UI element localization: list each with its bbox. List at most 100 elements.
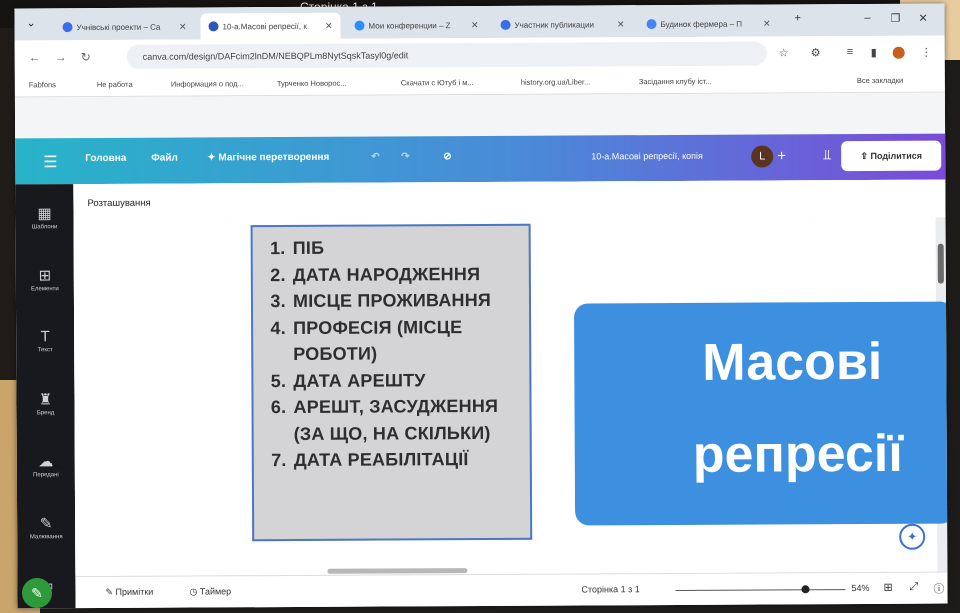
tab-label: Будинок фермера – П <box>660 19 743 29</box>
share-button[interactable]: ⇪ Поділитися <box>841 140 942 172</box>
rail-item-elements[interactable]: ⊞ Елементи <box>16 266 74 292</box>
position-bar: Розташування <box>73 179 946 224</box>
bookmark-item[interactable]: Все закладки <box>857 76 903 85</box>
tab-favicon-icon <box>62 22 73 33</box>
tab-close-icon[interactable]: ✕ <box>763 18 771 29</box>
url-field[interactable]: canva.com/design/DAFcim2lnDM/NEBQPLm8Nyt… <box>126 41 767 69</box>
draw-icon: ✎ <box>39 515 53 533</box>
bookmark-item[interactable]: Турченко Новорос... <box>277 79 347 88</box>
browser-tab[interactable]: Участник публикации ✕ <box>492 11 632 38</box>
slide-list-item: ДАТА АРЕШТУ <box>291 366 529 394</box>
magic-assistant-icon[interactable]: ✦ <box>899 523 926 550</box>
analytics-icon[interactable]: ⫫ <box>823 146 831 163</box>
add-collaborator-icon[interactable]: + <box>777 147 786 164</box>
tab-strip: ⌄ Учнівські проекти – Ca ✕ 10-а.Масові реп… <box>14 3 945 41</box>
tab-close-icon[interactable]: ✕ <box>325 20 333 31</box>
brand-icon: ♜ <box>38 391 53 409</box>
slide-title-box[interactable]: Масові репресії <box>573 301 948 526</box>
maximize-icon[interactable]: ❐ <box>890 12 900 25</box>
minimize-icon[interactable]: – <box>864 12 870 24</box>
browser-tab[interactable]: Мои конференции – Z ✕ <box>346 12 486 39</box>
slide-list-item: ПРОФЕСІЯ (МІСЦЕ РОБОТИ) <box>291 313 529 367</box>
slide-list-item: ДАТА НАРОДЖЕННЯ <box>291 260 529 288</box>
timer-label: Таймер <box>199 586 232 597</box>
fullscreen-icon[interactable]: ⤢ <box>909 581 918 594</box>
browser-gap <box>14 92 946 139</box>
reading-list-icon[interactable]: ≡ <box>847 46 853 58</box>
bookmark-item[interactable]: history.org.ua/Liber... <box>521 77 591 86</box>
bookmark-item[interactable]: Скачати с Ютуб і м... <box>401 78 474 87</box>
timer-button[interactable]: ◷ Таймер <box>189 586 231 597</box>
slide-list-item: АРЕШТ, ЗАСУДЖЕННЯ (ЗА ЩО, НА СКІЛЬКИ) <box>291 393 529 447</box>
rail-item-label: Малювання <box>29 534 63 541</box>
browser-window: ⌄ Учнівські проекти – Ca ✕ 10-а.Масові реп… <box>14 3 948 609</box>
page-indicator[interactable]: Сторінка 1 з 1 <box>581 584 639 594</box>
profile-icon[interactable] <box>892 46 905 59</box>
new-tab-button[interactable]: + <box>794 12 801 24</box>
document-title[interactable]: 10-а.Масові репресії, копія <box>591 151 703 162</box>
rail-item-templates[interactable]: ▦ Шаблони <box>15 204 73 230</box>
browser-tab[interactable]: Учнівські проекти – Ca ✕ <box>54 13 194 40</box>
vertical-scrollbar[interactable] <box>937 243 944 284</box>
address-bar: ← → ↻ canva.com/design/DAFcim2lnDM/NEBQP… <box>14 35 945 75</box>
rail-item-label: Передані <box>33 472 59 479</box>
avatar[interactable]: L <box>751 145 774 168</box>
slide-list-item: ДАТА РЕАБІЛІТАЦІЇ <box>292 446 530 474</box>
tab-label: 10-а.Масові репресії, к <box>222 21 307 31</box>
menu-icon[interactable]: ☰ <box>43 152 57 172</box>
cloud-save-icon[interactable]: ⊘ <box>443 151 451 162</box>
sidebar-icon[interactable]: ▮ <box>871 46 877 59</box>
notes-button[interactable]: ✎ Примітки <box>105 587 153 598</box>
bookmark-item[interactable]: Засідання клубу іст... <box>639 77 712 86</box>
tab-close-icon[interactable]: ✕ <box>471 20 479 31</box>
file-menu[interactable]: Файл <box>151 153 178 164</box>
rail-item-text[interactable]: T Текст <box>16 328 74 353</box>
position-label[interactable]: Розташування <box>87 198 150 209</box>
tab-label: Учнівські проекти – Ca <box>76 22 161 32</box>
share-label: Поділитися <box>870 150 923 161</box>
back-icon[interactable]: ← <box>29 50 41 64</box>
reload-icon[interactable]: ↻ <box>81 50 91 64</box>
rail-item-label: Шаблони <box>31 224 58 231</box>
bookmark-item[interactable]: Не работа <box>97 80 133 89</box>
rail-item-uploads[interactable]: ☁ Передані <box>17 452 75 478</box>
tab-favicon-icon <box>354 20 365 31</box>
pen-icon: ✎ <box>22 578 52 608</box>
tab-search-icon[interactable]: ⌄ <box>26 16 35 29</box>
slide-list-box[interactable]: ПІБДАТА НАРОДЖЕННЯМІСЦЕ ПРОЖИВАННЯПРОФЕС… <box>250 223 533 542</box>
browser-tab[interactable]: Будинок фермера – П ✕ <box>638 10 778 37</box>
close-window-icon[interactable]: ✕ <box>918 12 927 25</box>
grid-view-icon[interactable]: ⊞ <box>883 581 892 594</box>
tab-close-icon[interactable]: ✕ <box>179 21 187 32</box>
slide-title-line-1: Масові <box>702 332 883 392</box>
tab-favicon-icon <box>646 19 657 30</box>
notes-label: Примітки <box>115 586 154 597</box>
elements-icon: ⊞ <box>38 267 52 285</box>
tab-close-icon[interactable]: ✕ <box>617 19 625 30</box>
zoom-level[interactable]: 54% <box>851 583 869 593</box>
bookmark-item[interactable]: Fabfons <box>29 80 56 89</box>
zoom-slider-knob[interactable] <box>801 585 810 594</box>
redo-icon[interactable]: ↷ <box>401 151 409 162</box>
slide-list-item: МІСЦЕ ПРОЖИВАННЯ <box>291 287 529 315</box>
undo-icon[interactable]: ↶ <box>371 152 379 163</box>
zoom-slider[interactable] <box>675 589 846 591</box>
menu-dots-icon[interactable]: ⋮ <box>921 46 932 59</box>
canva-header: ☰ Головна Файл ✦ Магічне перетворення ↶ … <box>15 133 946 185</box>
rail-item-brand[interactable]: ♜ Бренд <box>16 390 74 416</box>
forward-icon[interactable]: → <box>55 50 67 64</box>
magic-switch-menu[interactable]: ✦ Магічне перетворення <box>207 152 329 164</box>
horizontal-scrollbar[interactable] <box>327 568 468 574</box>
rail-item-label: Бренд <box>36 410 55 417</box>
notes-icon: ✎ <box>105 586 116 597</box>
extensions-icon[interactable]: ⚙ <box>811 46 821 59</box>
help-icon[interactable]: ⓘ <box>933 581 944 597</box>
editor-footer: ✎ Примітки ◷ Таймер Сторінка 1 з 1 54% ⊞… <box>75 571 948 609</box>
tab-favicon-icon <box>208 21 219 32</box>
bookmark-item[interactable]: Информация о под... <box>171 79 244 88</box>
text-icon: T <box>40 328 50 346</box>
bookmark-star-icon[interactable]: ☆ <box>779 46 789 59</box>
browser-tab[interactable]: 10-а.Масові репресії, к ✕ <box>200 12 341 40</box>
home-menu[interactable]: Головна <box>85 153 126 164</box>
rail-item-draw[interactable]: ✎ Малювання <box>17 514 75 540</box>
